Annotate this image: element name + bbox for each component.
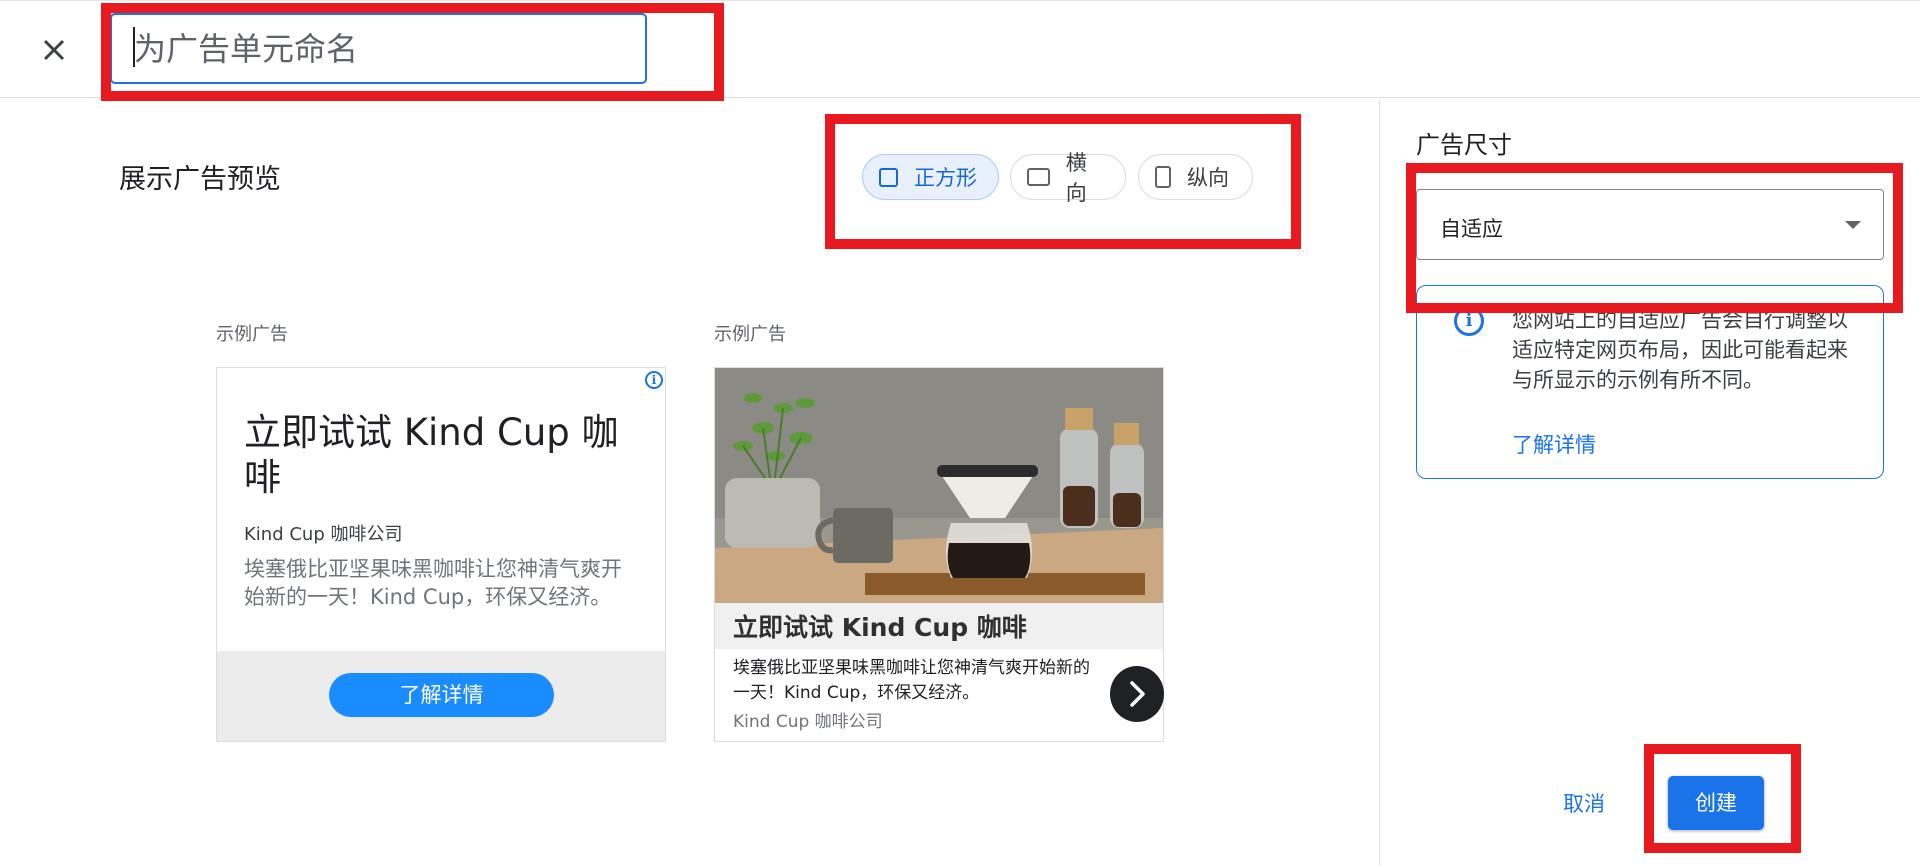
ad-company: Kind Cup 咖啡公司: [244, 524, 403, 545]
caret-down-icon: [1845, 221, 1861, 229]
shape-chip-label: 纵向: [1187, 166, 1229, 190]
square-icon: [879, 167, 898, 187]
ad-headline: 立即试试 Kind Cup 咖啡: [733, 613, 1027, 642]
ad-size-label: 广告尺寸: [1416, 131, 1512, 159]
ad-company: Kind Cup 咖啡公司: [733, 712, 883, 732]
create-button[interactable]: 创建: [1668, 776, 1764, 830]
shape-chip-label: 横向: [1065, 151, 1087, 205]
ad-learn-more-button[interactable]: 了解详情: [329, 673, 554, 717]
preview-title: 展示广告预览: [119, 164, 281, 195]
close-button[interactable]: [34, 30, 74, 70]
ad-description: 埃塞俄比亚坚果味黑咖啡让您神清气爽开始新的一天！Kind Cup，环保又经济。: [733, 658, 1090, 703]
ad-label: 示例广告: [714, 324, 786, 345]
close-icon: [43, 39, 65, 61]
shape-chip-portrait[interactable]: 纵向: [1138, 154, 1253, 200]
shape-chip-label: 正方形: [914, 166, 977, 190]
ad-size-value: 自适应: [1440, 217, 1503, 241]
ad-next-button[interactable]: [1110, 666, 1164, 722]
shape-chip-landscape[interactable]: 横向: [1010, 151, 1126, 205]
landscape-icon: [1027, 168, 1050, 186]
ad-headline: 立即试试 Kind Cup 咖啡: [244, 411, 619, 499]
chevron-right-icon: [1130, 681, 1145, 707]
cancel-button[interactable]: 取消: [1550, 780, 1618, 828]
ad-info-icon[interactable]: i: [645, 371, 663, 389]
panel-divider: [1379, 99, 1380, 866]
ad-product-photo: [715, 368, 1163, 603]
portrait-icon: [1155, 166, 1171, 188]
info-icon: i: [1454, 306, 1484, 336]
ad-label: 示例广告: [216, 324, 288, 345]
text-caret: [133, 27, 135, 67]
ad-unit-name-input[interactable]: [110, 13, 647, 84]
info-text: 您网站上的自适应广告会自行调整以适应特定网页布局，因此可能看起来与所显示的示例有…: [1512, 308, 1848, 392]
shape-chip-square[interactable]: 正方形: [862, 154, 999, 200]
ad-description: 埃塞俄比亚坚果味黑咖啡让您神清气爽开始新的一天！Kind Cup，环保又经济。: [244, 557, 622, 609]
learn-more-link[interactable]: 了解详情: [1512, 429, 1596, 459]
